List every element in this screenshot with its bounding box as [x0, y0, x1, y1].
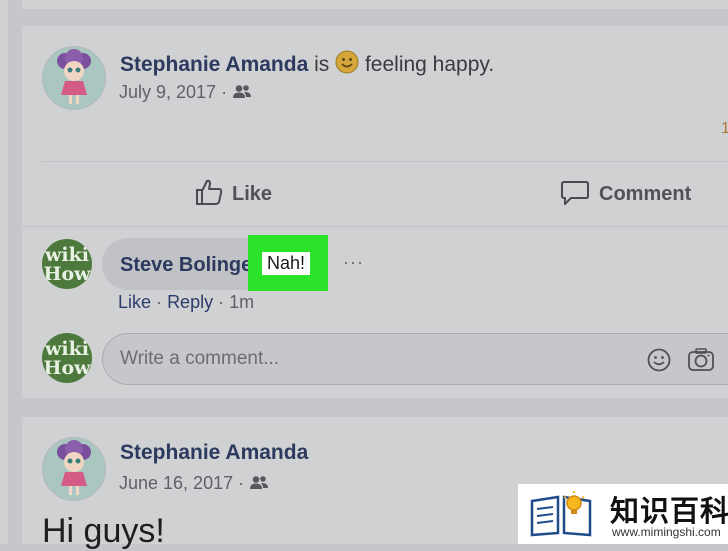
left-edge-strip [0, 0, 8, 544]
comment-like-link[interactable]: Like [118, 292, 151, 312]
comments-divider [22, 226, 728, 227]
watermark-title: 知识百科 [610, 496, 728, 528]
friends-audience-icon[interactable] [232, 84, 252, 105]
post-author-avatar[interactable] [42, 46, 106, 110]
post2-meta: June 16, 2017 · [119, 473, 269, 496]
friends-audience-icon[interactable] [249, 475, 269, 496]
like-button[interactable]: Like [194, 179, 272, 209]
camera-icon[interactable] [687, 347, 715, 378]
emoji-icon[interactable] [646, 347, 672, 378]
commenter-avatar[interactable]: wiki How [42, 239, 92, 289]
like-label: Like [232, 182, 273, 205]
post-date[interactable]: July 9, 2017 [119, 82, 216, 102]
smiley-icon [335, 50, 359, 80]
watermark-badge: 知识百科 www.mimingshi.com [518, 484, 728, 544]
comment-input-box[interactable]: Write a comment... [102, 333, 728, 385]
book-lightbulb-logo-icon [528, 489, 594, 544]
comment-actions: Like · Reply · 1m [118, 292, 254, 313]
wikihow-avatar-line2: How [43, 263, 91, 285]
thumbs-up-icon [194, 177, 224, 212]
wikihow-avatar-line2: How [43, 357, 91, 379]
doll-avatar-image [43, 438, 105, 500]
watermark-url: www.mimingshi.com [612, 525, 721, 539]
post-verb: is [314, 53, 330, 76]
post-header-line: Stephanie Amanda is feeling happy. [120, 50, 494, 80]
doll-avatar-image [43, 47, 105, 109]
post2-body-text: Hi guys! [42, 512, 165, 550]
post2-author-name[interactable]: Stephanie Amanda [120, 441, 308, 465]
post-activity: feeling happy. [364, 53, 495, 76]
post2-author-avatar[interactable] [42, 437, 106, 501]
comment-options-button[interactable]: ··· [343, 252, 364, 273]
meta-separator: · [238, 473, 245, 493]
comment-label: Comment [599, 182, 692, 205]
comment-sep-1: · [156, 292, 163, 312]
comment-reply-link[interactable]: Reply [167, 292, 213, 312]
post-meta: July 9, 2017 · [119, 82, 252, 105]
comment-author-name[interactable]: Steve Bolinge [120, 254, 252, 277]
post-author-name[interactable]: Stephanie Amanda [120, 53, 308, 76]
meta-separator: · [221, 82, 228, 102]
comment-input-placeholder: Write a comment... [120, 348, 280, 369]
previous-post-card [22, 0, 728, 9]
actions-divider [42, 161, 728, 162]
stray-count: 1 [721, 120, 728, 137]
comment-button[interactable]: Comment [560, 179, 691, 209]
comment-text: Nah! [262, 252, 311, 275]
composer-avatar: wiki How [42, 333, 92, 383]
post2-date[interactable]: June 16, 2017 [119, 473, 233, 493]
post-card-1: Stephanie Amanda is feeling happy. July … [22, 26, 728, 398]
comment-time[interactable]: 1m [229, 292, 254, 312]
comment-bubble-icon [560, 177, 590, 212]
comment-sep-2: · [218, 292, 225, 312]
